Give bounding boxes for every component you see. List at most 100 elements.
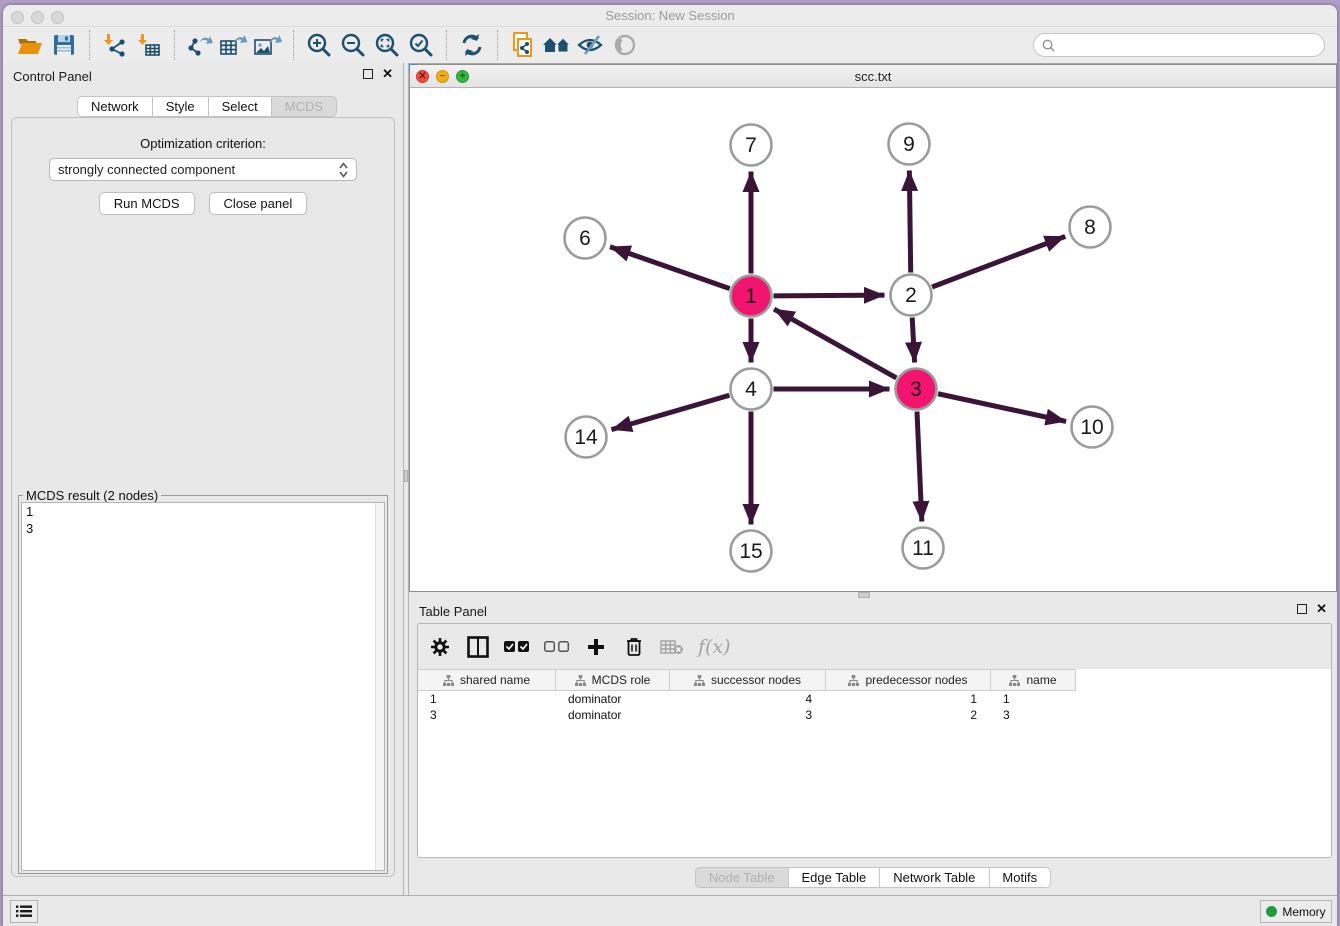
close-panel-button[interactable]: Close panel bbox=[209, 192, 308, 215]
table-tab-network-table[interactable]: Network Table bbox=[879, 867, 988, 888]
control-tab-mcds[interactable]: MCDS bbox=[271, 96, 337, 117]
zoom-in-button[interactable] bbox=[302, 30, 336, 60]
node-8[interactable]: 8 bbox=[1070, 207, 1111, 248]
network-graph[interactable]: 7 9 6 8 1 2 4 3 14 10 15 11 bbox=[410, 88, 1336, 591]
import-network-button[interactable] bbox=[98, 30, 132, 60]
select-all-columns-button[interactable] bbox=[504, 634, 530, 660]
table-row[interactable]: 3dominator323 bbox=[418, 707, 1331, 723]
cell-shared-name[interactable]: 1 bbox=[418, 691, 556, 707]
cell-name[interactable]: 1 bbox=[991, 691, 1076, 707]
hide-selected-button[interactable] bbox=[574, 30, 608, 60]
network-canvas[interactable]: 7 9 6 8 1 2 4 3 14 10 15 11 bbox=[410, 88, 1336, 591]
network-view-window: ✕ − + scc.txt 7968124314101511 bbox=[409, 64, 1337, 592]
table-tab-motifs[interactable]: Motifs bbox=[988, 867, 1051, 888]
node-11[interactable]: 11 bbox=[903, 528, 944, 569]
cell-successor-nodes[interactable]: 4 bbox=[670, 691, 826, 707]
mcds-result-node[interactable]: 1 bbox=[22, 503, 384, 520]
cell-MCDS-role[interactable]: dominator bbox=[556, 691, 670, 707]
close-table-panel-icon[interactable]: ✕ bbox=[1316, 604, 1327, 614]
delete-table-button[interactable] bbox=[660, 634, 684, 660]
control-tab-style[interactable]: Style bbox=[152, 96, 208, 117]
open-session-button[interactable] bbox=[13, 30, 47, 60]
edge-1-2[interactable] bbox=[773, 295, 884, 296]
function-builder-button[interactable]: f(x) bbox=[698, 634, 731, 660]
node-9[interactable]: 9 bbox=[889, 124, 930, 165]
node-3[interactable]: 3 bbox=[896, 369, 937, 410]
zoom-out-button[interactable] bbox=[336, 30, 370, 60]
export-image-icon bbox=[254, 33, 282, 57]
node-6[interactable]: 6 bbox=[565, 218, 606, 259]
column-header-successor-nodes[interactable]: successor nodes bbox=[670, 669, 826, 691]
first-neighbors-button[interactable] bbox=[540, 30, 574, 60]
node-1[interactable]: 1 bbox=[731, 276, 772, 317]
clone-network-button[interactable] bbox=[506, 30, 540, 60]
table-panel: Table Panel ✕ bbox=[409, 598, 1337, 895]
criterion-dropdown[interactable]: strongly connected component bbox=[49, 158, 357, 181]
node-14[interactable]: 14 bbox=[566, 417, 607, 458]
apply-preferred-layout-button[interactable] bbox=[455, 30, 489, 60]
control-tab-select[interactable]: Select bbox=[208, 96, 271, 117]
node-15[interactable]: 15 bbox=[731, 531, 772, 572]
vertical-splitter-handle[interactable] bbox=[404, 470, 408, 482]
column-header-name[interactable]: name bbox=[991, 669, 1076, 691]
column-type-icon bbox=[575, 675, 586, 686]
delete-column-button[interactable] bbox=[622, 634, 646, 660]
zoom-selected-button[interactable] bbox=[404, 30, 438, 60]
column-header-shared-name[interactable]: shared name bbox=[418, 669, 556, 691]
table-settings-button[interactable] bbox=[428, 634, 452, 660]
show-all-button[interactable] bbox=[608, 30, 642, 60]
table-row[interactable]: 1dominator411 bbox=[418, 691, 1331, 707]
cell-successor-nodes[interactable]: 3 bbox=[670, 707, 826, 723]
table-tab-edge-table[interactable]: Edge Table bbox=[787, 867, 879, 888]
edge-3-11[interactable] bbox=[917, 411, 922, 521]
task-history-button[interactable] bbox=[10, 900, 38, 923]
control-tab-network[interactable]: Network bbox=[77, 96, 152, 117]
edge-2-3[interactable] bbox=[912, 317, 914, 362]
node-4[interactable]: 4 bbox=[731, 369, 772, 410]
node-2[interactable]: 2 bbox=[891, 275, 932, 316]
eye-disabled-icon bbox=[613, 33, 637, 57]
node-7[interactable]: 7 bbox=[731, 125, 772, 166]
export-table-button[interactable] bbox=[217, 30, 251, 60]
show-column-panel-button[interactable] bbox=[466, 634, 490, 660]
edge-2-8[interactable] bbox=[932, 236, 1065, 287]
memory-button[interactable]: Memory bbox=[1260, 900, 1332, 923]
result-scrollbar[interactable] bbox=[375, 503, 384, 870]
zoom-fit-button[interactable] bbox=[370, 30, 404, 60]
cell-predecessor-nodes[interactable]: 2 bbox=[826, 707, 991, 723]
save-session-button[interactable] bbox=[47, 30, 81, 60]
edge-1-6[interactable] bbox=[610, 247, 730, 289]
create-column-button[interactable] bbox=[584, 634, 608, 660]
close-panel-icon[interactable]: ✕ bbox=[382, 69, 393, 79]
edge-3-10[interactable] bbox=[938, 394, 1066, 422]
network-title: scc.txt bbox=[410, 69, 1336, 84]
run-mcds-button[interactable]: Run MCDS bbox=[99, 192, 195, 215]
control-panel-title: Control Panel bbox=[13, 69, 92, 84]
search-input[interactable] bbox=[1060, 38, 1316, 52]
cell-predecessor-nodes[interactable]: 1 bbox=[826, 691, 991, 707]
edge-3-1[interactable] bbox=[774, 309, 896, 378]
table-toolbar: f(x) bbox=[418, 624, 1331, 669]
cell-MCDS-role[interactable]: dominator bbox=[556, 707, 670, 723]
node-label-10: 10 bbox=[1080, 416, 1103, 439]
edge-4-14[interactable] bbox=[611, 395, 729, 429]
node-10[interactable]: 10 bbox=[1072, 407, 1113, 448]
float-table-panel-icon[interactable] bbox=[1297, 604, 1307, 614]
import-table-button[interactable] bbox=[132, 30, 166, 60]
table-tab-node-table[interactable]: Node Table bbox=[695, 867, 788, 888]
mcds-result-node[interactable]: 3 bbox=[22, 520, 384, 537]
node-label-4: 4 bbox=[745, 378, 757, 401]
float-panel-icon[interactable] bbox=[363, 69, 373, 79]
criterion-value: strongly connected component bbox=[58, 162, 339, 177]
cell-shared-name[interactable]: 3 bbox=[418, 707, 556, 723]
open-folder-icon bbox=[17, 34, 43, 56]
edge-2-9[interactable] bbox=[909, 170, 910, 272]
column-header-predecessor-nodes[interactable]: predecessor nodes bbox=[826, 669, 991, 691]
mcds-result-list[interactable]: 13 bbox=[21, 502, 385, 871]
export-image-button[interactable] bbox=[251, 30, 285, 60]
cell-name[interactable]: 3 bbox=[991, 707, 1076, 723]
deselect-all-columns-button[interactable] bbox=[544, 634, 570, 660]
export-network-button[interactable] bbox=[183, 30, 217, 60]
search-field[interactable] bbox=[1033, 33, 1325, 57]
column-header-MCDS-role[interactable]: MCDS role bbox=[556, 669, 670, 691]
